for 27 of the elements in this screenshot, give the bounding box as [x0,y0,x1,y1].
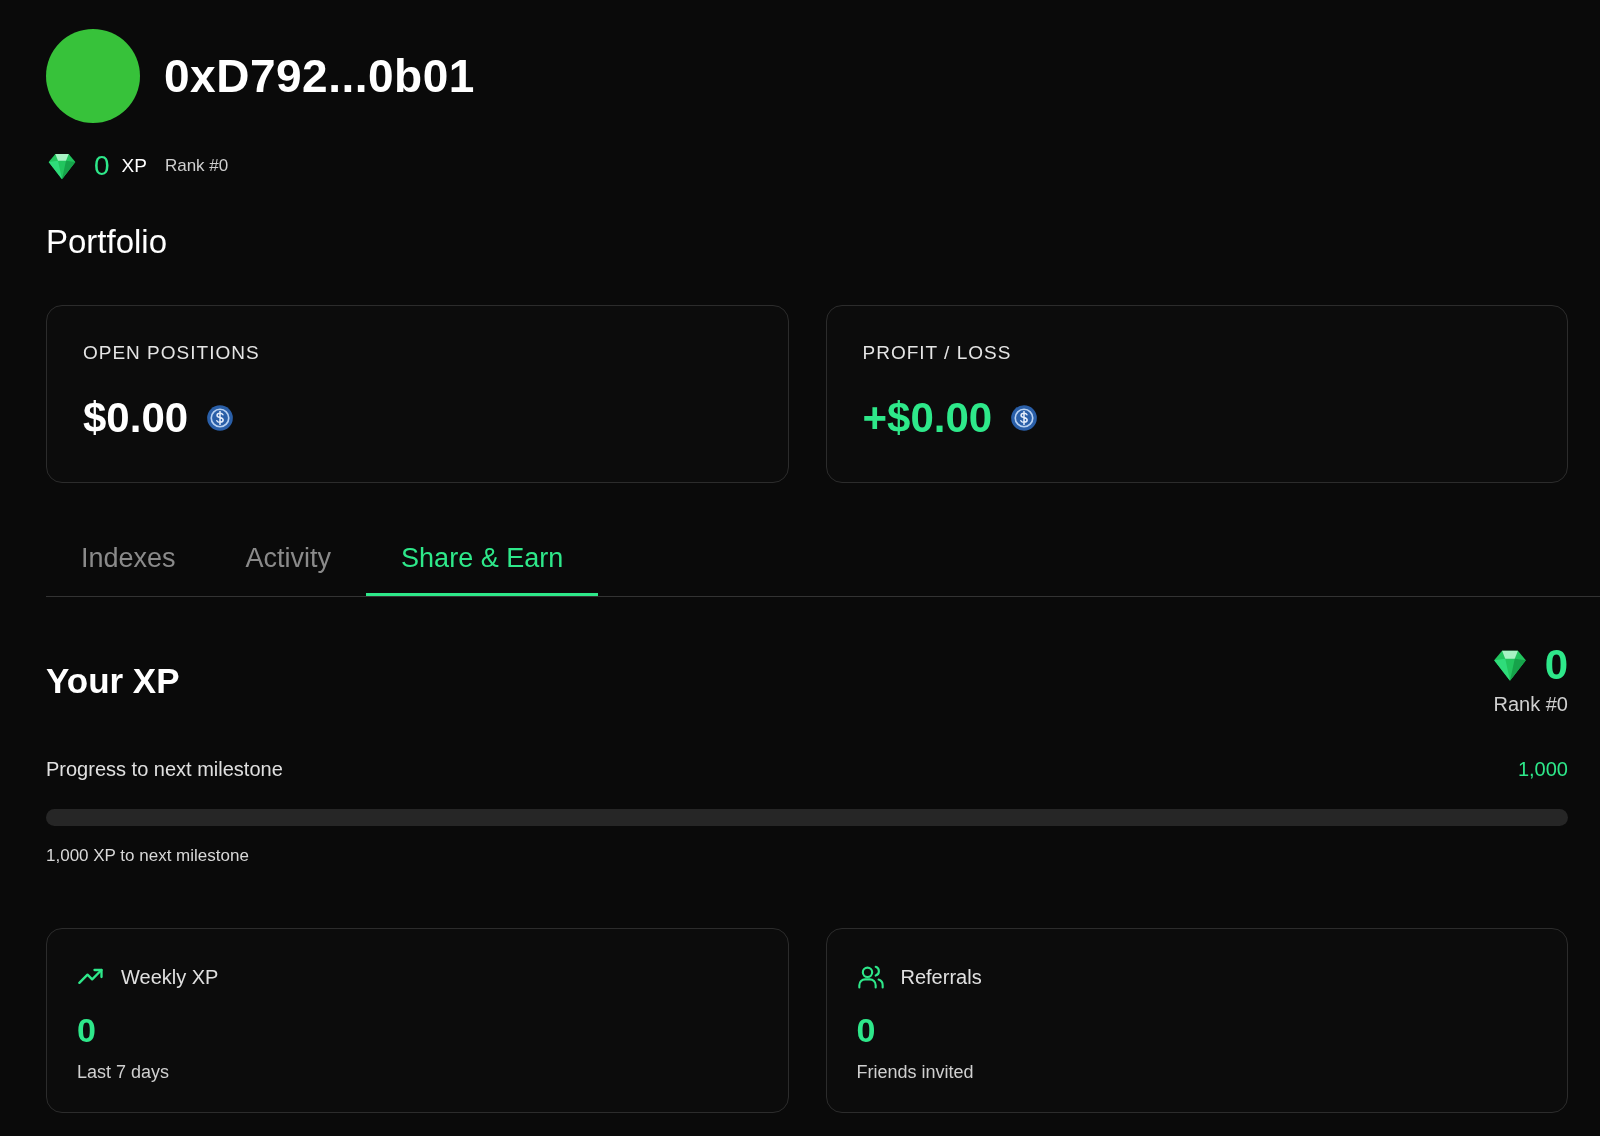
stat-value: 0 [856,1011,877,1050]
rank-label: Rank #0 [164,156,229,176]
dollar-coin-icon [206,404,235,432]
card-value: +$0.00 [862,394,993,442]
xp-total: 0 [1544,641,1568,689]
stat-caption: Friends invited [856,1062,975,1083]
card-label: PROFIT / LOSS [862,342,1013,364]
section-title: Portfolio [46,223,169,261]
dollar-coin-icon [1010,404,1039,432]
tab[interactable]: Indexes [46,527,211,596]
tab[interactable]: Activity [210,527,367,596]
progress-caption: 1,000 XP to next milestone [46,846,250,866]
milestone-value: 1,000 [1517,758,1568,781]
card-label: OPEN POSITIONS [83,342,261,364]
progress-label: Progress to next milestone [46,758,283,781]
section-title: Your XP [46,661,180,702]
people-icon [856,963,885,991]
card-value: $0.00 [83,394,189,442]
xp-value: 0 [94,150,110,182]
stat-value: 0 [77,1011,97,1050]
tab[interactable]: Share & Earn [366,527,599,596]
xp-unit: XP [121,155,147,177]
stat-label: Referrals [900,965,982,989]
rank-label: Rank #0 [1493,693,1568,716]
stat-label: Weekly XP [121,965,219,989]
stat-caption: Last 7 days [77,1062,171,1083]
wallet-address: 0xD792...0b01 [164,49,475,103]
